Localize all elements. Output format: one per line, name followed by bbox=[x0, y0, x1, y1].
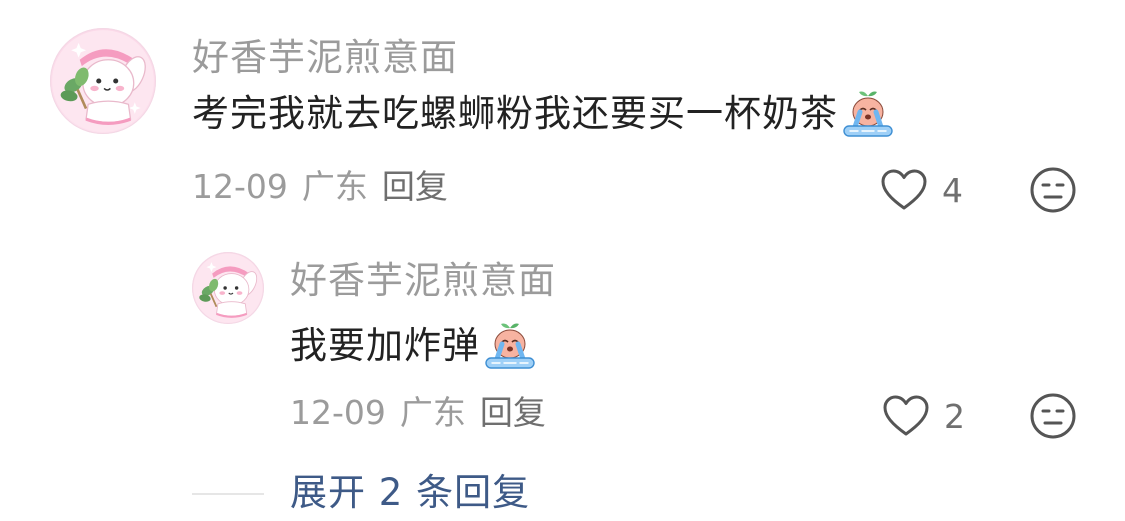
reply-username[interactable]: 好香芋泥煎意面 bbox=[290, 259, 556, 303]
comment-meta: 12-09 广东 回复 bbox=[192, 167, 448, 207]
bunny-avatar-icon bbox=[52, 30, 154, 132]
crying-face-emoji-icon bbox=[482, 322, 538, 370]
like-count: 4 bbox=[942, 170, 963, 210]
heart-outline-icon bbox=[881, 169, 927, 210]
reply-date: 12-09 bbox=[290, 393, 386, 432]
reply-text-body: 我要加炸弹 bbox=[290, 324, 480, 367]
comment-text-body: 考完我就去吃螺蛳粉我还要买一杯奶茶 bbox=[192, 92, 838, 135]
reply-location: 广东 bbox=[399, 393, 466, 432]
reply-button[interactable]: 回复 bbox=[480, 393, 546, 433]
bunny-avatar-icon bbox=[193, 253, 263, 323]
heart-outline-icon bbox=[883, 395, 929, 436]
neutral-face-icon bbox=[1030, 167, 1076, 213]
comment-date: 12-09 bbox=[192, 167, 288, 206]
comment-text: 考完我就去吃螺蛳粉我还要买一杯奶茶 bbox=[192, 90, 896, 138]
reply-meta: 12-09 广东 回复 bbox=[290, 393, 546, 433]
comment-username[interactable]: 好香芋泥煎意面 bbox=[192, 36, 458, 80]
reply-avatar[interactable] bbox=[192, 252, 264, 324]
dislike-button[interactable] bbox=[1029, 166, 1077, 214]
comment-thread: 好香芋泥煎意面 考完我就去吃螺蛳粉我还要买一杯奶茶 12-09 广东 回复 4 … bbox=[0, 0, 1125, 521]
crying-face-emoji-icon bbox=[840, 90, 896, 138]
like-button[interactable]: 4 bbox=[880, 168, 963, 212]
reply-text: 我要加炸弹 bbox=[290, 322, 538, 370]
neutral-face-icon bbox=[1030, 393, 1076, 439]
like-button[interactable]: 2 bbox=[882, 394, 965, 438]
avatar[interactable] bbox=[50, 28, 156, 134]
expand-replies-button[interactable]: 展开 2 条回复 bbox=[290, 470, 530, 516]
reply-button[interactable]: 回复 bbox=[382, 167, 448, 207]
dislike-button[interactable] bbox=[1029, 392, 1077, 440]
expand-divider bbox=[192, 493, 264, 495]
like-count: 2 bbox=[944, 396, 965, 436]
comment-location: 广东 bbox=[301, 167, 368, 206]
